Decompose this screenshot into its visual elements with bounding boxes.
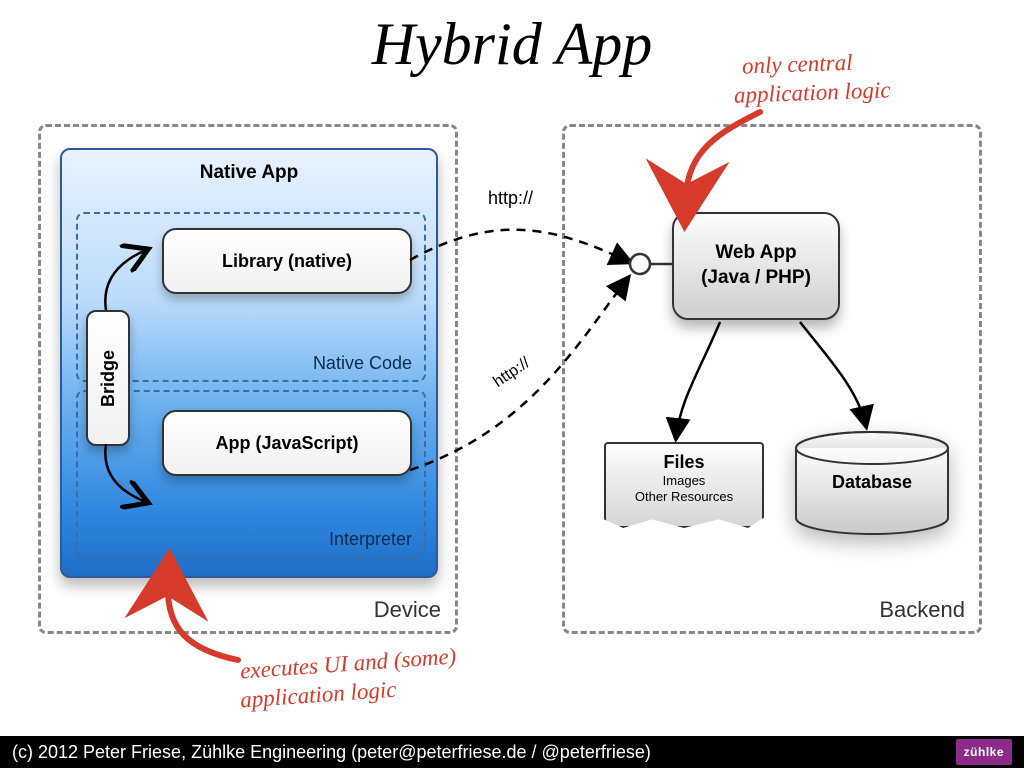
device-panel-label: Device bbox=[374, 597, 441, 623]
native-code-label: Native Code bbox=[313, 353, 412, 374]
files-sub1: Images bbox=[610, 473, 758, 489]
native-app-title: Native App bbox=[62, 150, 436, 190]
annotation-bottom: executes UI and (some) application logic bbox=[240, 650, 457, 708]
files-box: Files Images Other Resources bbox=[604, 442, 764, 528]
library-native-box: Library (native) bbox=[162, 228, 412, 294]
files-sub2: Other Resources bbox=[610, 489, 758, 505]
http-label-1: http:// bbox=[488, 188, 533, 209]
zuhlke-logo: zühlke bbox=[956, 739, 1012, 765]
web-app-line2: (Java / PHP) bbox=[701, 266, 811, 291]
annotation-top-line2: application logic bbox=[734, 76, 891, 110]
footer-bar: (c) 2012 Peter Friese, Zühlke Engineerin… bbox=[0, 736, 1024, 768]
database-label: Database bbox=[792, 472, 952, 493]
interpreter-label: Interpreter bbox=[329, 529, 412, 550]
footer-text: (c) 2012 Peter Friese, Zühlke Engineerin… bbox=[12, 742, 651, 763]
database-cylinder: Database bbox=[792, 430, 952, 540]
backend-panel: Backend bbox=[562, 124, 982, 634]
app-javascript-box: App (JavaScript) bbox=[162, 410, 412, 476]
web-app-line1: Web App bbox=[701, 241, 811, 266]
bridge-box: Bridge bbox=[86, 310, 130, 446]
annotation-top: only central application logic bbox=[742, 50, 891, 108]
bridge-label: Bridge bbox=[98, 349, 119, 406]
native-app-box: Native App Native Code Interpreter Libra… bbox=[60, 148, 438, 578]
backend-panel-label: Backend bbox=[879, 597, 965, 623]
files-heading: Files bbox=[610, 452, 758, 473]
http-label-2: http:// bbox=[490, 354, 533, 391]
web-app-box: Web App (Java / PHP) bbox=[672, 212, 840, 320]
